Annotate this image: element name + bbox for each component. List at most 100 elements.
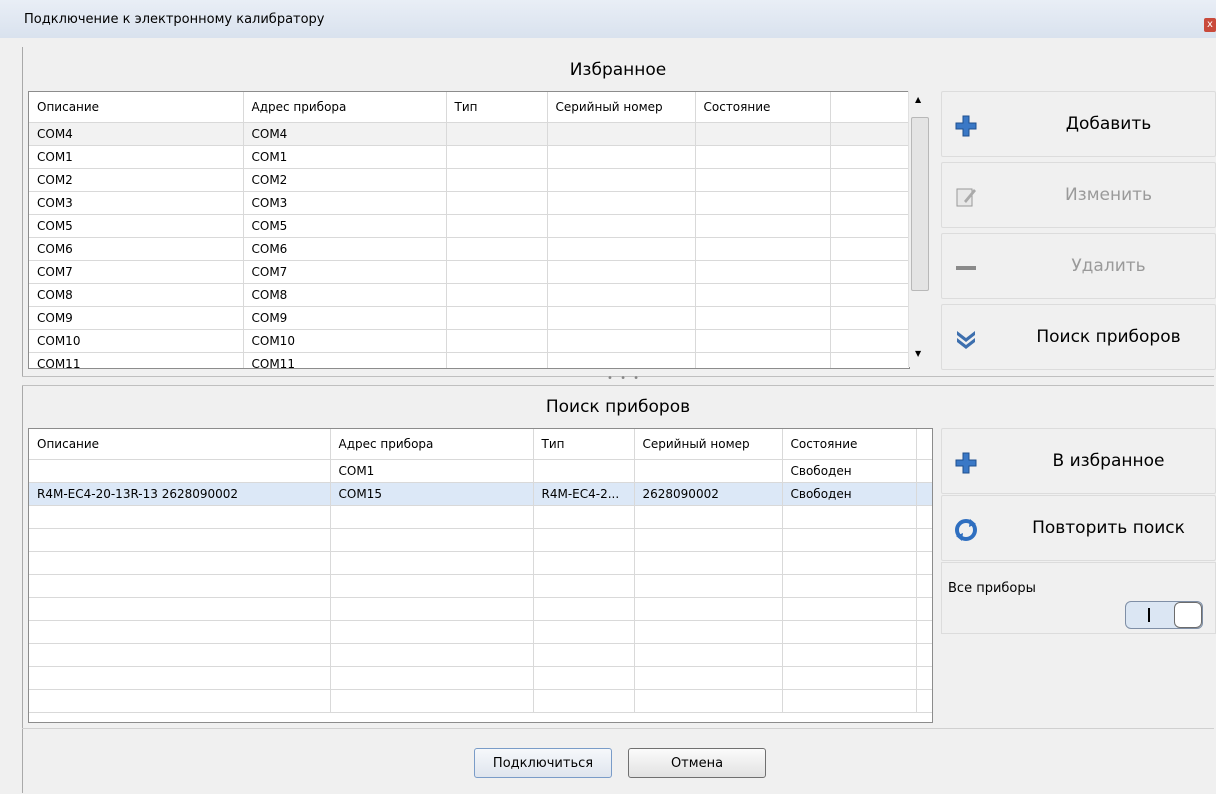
table-row[interactable]: COM9 COM9 xyxy=(29,306,909,330)
table-cell-spacer xyxy=(830,260,909,284)
column-header[interactable]: Состояние xyxy=(782,429,917,460)
table-row[interactable]: COM2 COM2 xyxy=(29,168,909,192)
table-cell: COM6 xyxy=(29,237,244,261)
all-devices-toggle[interactable] xyxy=(1125,601,1203,629)
table-cell-spacer xyxy=(916,597,932,621)
table-row[interactable]: COM3 COM3 xyxy=(29,191,909,215)
delete-button-label: Удалить xyxy=(1071,256,1146,276)
column-header[interactable]: Тип xyxy=(446,92,548,123)
edit-icon xyxy=(956,188,976,207)
toggle-on-indicator xyxy=(1148,608,1150,622)
table-row[interactable] xyxy=(29,597,932,621)
table-cell xyxy=(782,528,917,552)
table-cell xyxy=(695,260,831,284)
table-cell: COM1 xyxy=(29,145,244,169)
table-cell xyxy=(330,574,534,598)
favorites-scrollbar[interactable]: ▲ ▼ xyxy=(908,91,929,367)
column-header-spacer xyxy=(916,429,932,460)
minus-icon xyxy=(956,266,976,270)
column-header[interactable]: Тип xyxy=(533,429,635,460)
favorites-table[interactable]: Описание Адрес прибора Тип Серийный номер Со… xyxy=(28,91,910,369)
all-devices-panel: Все приборы xyxy=(941,562,1216,634)
to-favorites-button[interactable]: В избранное xyxy=(941,428,1216,494)
table-row[interactable] xyxy=(29,505,932,529)
table-cell: COM15 xyxy=(330,482,534,506)
table-cell-spacer xyxy=(830,306,909,330)
table-cell: COM1 xyxy=(330,459,534,483)
edit-button-label: Изменить xyxy=(1064,185,1153,205)
table-row[interactable]: COM10 COM10 xyxy=(29,329,909,353)
table-cell xyxy=(782,643,917,667)
title-bar: Подключение к электронному калибратору x xyxy=(0,0,1216,38)
table-cell xyxy=(29,528,331,552)
table-cell xyxy=(446,306,548,330)
splitter[interactable]: • • • xyxy=(22,373,1214,386)
splitter-grip-icon: • • • xyxy=(607,373,642,384)
plus-icon xyxy=(955,452,977,474)
delete-button[interactable]: Удалить xyxy=(941,233,1216,299)
table-cell xyxy=(634,666,783,690)
repeat-search-button[interactable]: Повторить поиск xyxy=(941,495,1216,561)
table-row[interactable]: R4M-EC4-20-13R-13 2628090002 COM15 R4M-EC4… xyxy=(29,482,932,506)
table-cell xyxy=(634,643,783,667)
close-icon[interactable]: x xyxy=(1204,18,1216,32)
table-cell xyxy=(547,352,696,368)
table-row[interactable]: COM5 COM5 xyxy=(29,214,909,238)
table-row[interactable]: COM4 COM4 xyxy=(29,122,909,146)
table-cell: COM3 xyxy=(243,191,447,215)
table-cell xyxy=(29,666,331,690)
toggle-knob[interactable] xyxy=(1174,602,1202,628)
table-cell xyxy=(533,597,635,621)
table-row[interactable]: COM8 COM8 xyxy=(29,283,909,307)
table-cell xyxy=(446,352,548,368)
table-cell xyxy=(695,306,831,330)
table-cell: COM4 xyxy=(243,122,447,146)
search-results-table[interactable]: Описание Адрес прибора Тип Серийный номер Со… xyxy=(28,428,933,723)
table-row[interactable] xyxy=(29,643,932,667)
table-row[interactable] xyxy=(29,689,932,713)
column-header[interactable]: Адрес прибора xyxy=(330,429,534,460)
table-cell xyxy=(29,459,331,483)
table-cell-spacer xyxy=(830,214,909,238)
connect-button[interactable]: Подключиться xyxy=(474,748,612,778)
table-row[interactable]: COM6 COM6 xyxy=(29,237,909,261)
column-header[interactable]: Описание xyxy=(29,429,331,460)
footer-divider xyxy=(22,728,1214,729)
column-header[interactable]: Описание xyxy=(29,92,244,123)
column-header[interactable]: Серийный номер xyxy=(634,429,783,460)
column-header[interactable]: Состояние xyxy=(695,92,831,123)
table-cell: COM4 xyxy=(29,122,244,146)
table-cell xyxy=(634,574,783,598)
table-cell xyxy=(330,643,534,667)
cancel-button[interactable]: Отмена xyxy=(628,748,766,778)
table-row[interactable] xyxy=(29,551,932,575)
table-cell xyxy=(634,689,783,713)
table-cell xyxy=(330,528,534,552)
table-cell xyxy=(634,597,783,621)
table-row[interactable] xyxy=(29,528,932,552)
scroll-up-icon[interactable]: ▲ xyxy=(915,95,921,104)
table-cell xyxy=(695,237,831,261)
table-row[interactable]: COM1 Свободен xyxy=(29,459,932,483)
table-row[interactable] xyxy=(29,666,932,690)
table-cell xyxy=(533,505,635,529)
add-button[interactable]: Добавить xyxy=(941,91,1216,157)
table-row[interactable]: COM7 COM7 xyxy=(29,260,909,284)
scroll-down-icon[interactable]: ▼ xyxy=(915,349,921,358)
table-cell: COM1 xyxy=(243,145,447,169)
column-header[interactable]: Адрес прибора xyxy=(243,92,447,123)
column-header[interactable]: Серийный номер xyxy=(547,92,696,123)
table-row[interactable]: COM1 COM1 xyxy=(29,145,909,169)
search-devices-button[interactable]: Поиск приборов xyxy=(941,304,1216,370)
scroll-thumb[interactable] xyxy=(911,117,929,291)
table-cell xyxy=(547,260,696,284)
table-row[interactable] xyxy=(29,620,932,644)
table-row[interactable]: COM11 COM11 xyxy=(29,352,909,368)
edit-button[interactable]: Изменить xyxy=(941,162,1216,228)
table-cell: COM7 xyxy=(243,260,447,284)
table-cell xyxy=(446,237,548,261)
table-cell: COM6 xyxy=(243,237,447,261)
table-cell xyxy=(29,689,331,713)
table-row[interactable] xyxy=(29,574,932,598)
table-cell: COM11 xyxy=(243,352,447,368)
